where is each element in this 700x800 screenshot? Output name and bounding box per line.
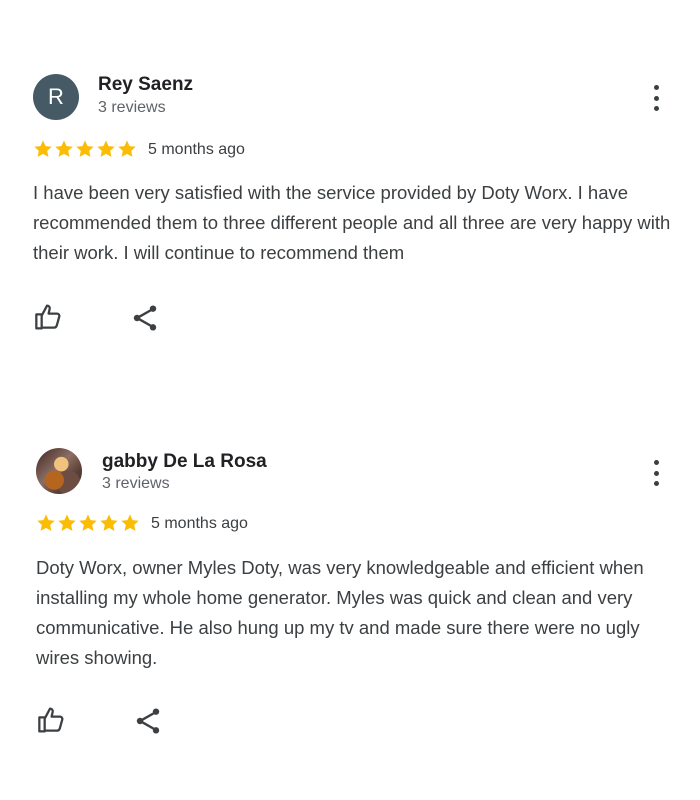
more-vert-icon[interactable] [646, 83, 666, 113]
review-time: 5 months ago [151, 515, 248, 532]
avatar[interactable] [36, 448, 82, 494]
star-icon [100, 514, 118, 531]
share-icon[interactable] [132, 705, 164, 737]
star-icon [76, 140, 94, 157]
thumbs-up-icon[interactable] [36, 704, 68, 736]
star-icon [37, 514, 55, 531]
review-card: R Rey Saenz 3 reviews 5 months ago I hav… [0, 0, 700, 380]
more-vert-icon[interactable] [646, 458, 666, 488]
review-time: 5 months ago [148, 141, 245, 158]
star-icon [97, 140, 115, 157]
star-icon [118, 140, 136, 157]
review-text: Doty Worx, owner Myles Doty, was very kn… [36, 557, 644, 668]
star-icon [34, 140, 52, 157]
star-rating [36, 513, 140, 533]
review-count: 3 reviews [102, 475, 170, 492]
star-icon [55, 140, 73, 157]
reviewer-name[interactable]: Rey Saenz [98, 74, 193, 96]
star-icon [58, 514, 76, 531]
thumbs-up-icon[interactable] [33, 301, 65, 333]
star-icon [79, 514, 97, 531]
review-count: 3 reviews [98, 99, 166, 116]
star-icon [121, 514, 139, 531]
review-card: gabby De La Rosa 3 reviews 5 months ago … [0, 380, 700, 800]
star-rating [33, 139, 137, 159]
share-icon[interactable] [129, 302, 161, 334]
review-text: I have been very satisfied with the serv… [33, 182, 671, 263]
reviewer-name[interactable]: gabby De La Rosa [102, 451, 267, 473]
avatar[interactable]: R [33, 74, 79, 120]
